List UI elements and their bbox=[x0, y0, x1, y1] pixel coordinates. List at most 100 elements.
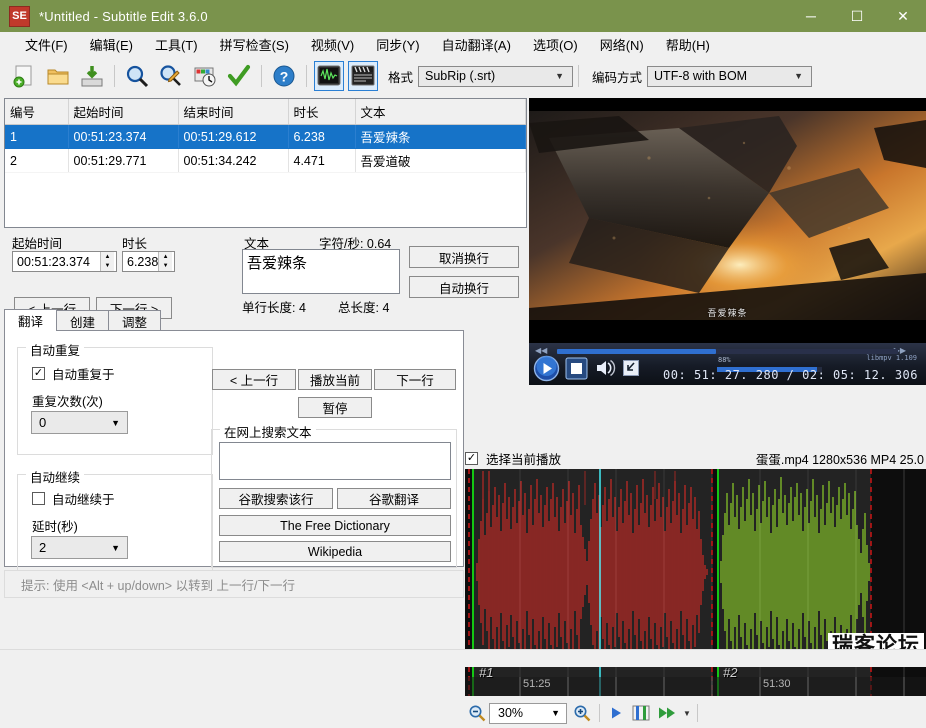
chevron-down-icon: ▼ bbox=[111, 417, 120, 428]
repeat-count-select[interactable]: 0 ▼ bbox=[31, 411, 128, 434]
tab-create[interactable]: 创建 bbox=[56, 310, 110, 331]
column-header-end[interactable]: 结束时间 bbox=[178, 99, 289, 125]
fullscreen-icon[interactable] bbox=[623, 360, 639, 376]
sync-icon[interactable] bbox=[190, 61, 220, 91]
find-icon[interactable] bbox=[122, 61, 152, 91]
rewind-icon[interactable]: ◀◀ bbox=[535, 346, 547, 355]
auto-repeat-checkbox-row[interactable]: ✓ 自动重复于 bbox=[32, 364, 115, 383]
zoom-in-icon[interactable] bbox=[570, 702, 594, 724]
column-header-text[interactable]: 文本 bbox=[355, 99, 526, 125]
window-controls: ─ ☐ ✕ bbox=[788, 0, 926, 32]
subtitle-text-input[interactable]: 吾爱辣条 bbox=[242, 249, 400, 294]
new-file-icon[interactable] bbox=[9, 61, 39, 91]
waveform-toolbar-separator-2 bbox=[696, 704, 698, 722]
table-row[interactable]: 1 00:51:23.374 00:51:29.612 6.238 吾爱辣条 bbox=[5, 124, 526, 149]
format-label: 格式 bbox=[388, 70, 414, 85]
menu-item-edit[interactable]: 编辑(E) bbox=[79, 32, 144, 57]
column-header-start[interactable]: 起始时间 bbox=[68, 99, 179, 125]
main-area: 编号 起始时间 结束时间 时长 文本 1 00:51:23.374 00:51:… bbox=[0, 95, 926, 724]
auto-repeat-checkbox[interactable]: ✓ bbox=[32, 367, 45, 380]
waveform-toggle-icon[interactable] bbox=[314, 61, 344, 91]
web-search-input[interactable] bbox=[219, 442, 451, 480]
hint-bar: 提示: 使用 <Alt + up/down> 以转到 上一行/下一行 bbox=[4, 570, 464, 598]
menu-item-spellcheck[interactable]: 拼写检查(S) bbox=[209, 32, 300, 57]
encoding-value: UTF-8 with BOM bbox=[654, 69, 748, 83]
check-icon[interactable] bbox=[224, 61, 254, 91]
play-icon[interactable] bbox=[533, 355, 560, 382]
column-header-duration[interactable]: 时长 bbox=[288, 99, 356, 125]
menu-item-sync[interactable]: 同步(Y) bbox=[365, 32, 430, 57]
subtitle-list[interactable]: 编号 起始时间 结束时间 时长 文本 1 00:51:23.374 00:51:… bbox=[4, 98, 527, 228]
web-search-group: 在网上搜索文本 谷歌搜索该行 谷歌翻译 The Free Dictionary … bbox=[211, 422, 457, 568]
auto-repeat-group-label: 自动重复 bbox=[26, 340, 85, 359]
start-time-stepper[interactable]: ▲ ▼ bbox=[100, 252, 114, 271]
auto-continue-checkbox-row[interactable]: 自动继续于 bbox=[32, 489, 115, 508]
cell-duration: 6.238 bbox=[288, 124, 356, 149]
cell-end: 00:51:29.612 bbox=[178, 124, 289, 149]
paragraph-label-2: #2 bbox=[723, 665, 738, 680]
waveform-time-tick-1: 51:25 bbox=[523, 678, 551, 690]
tab-translate[interactable]: 翻译 bbox=[4, 309, 58, 331]
google-search-line-button[interactable]: 谷歌搜索该行 bbox=[219, 488, 333, 509]
auto-repeat-group: 自动重复 ✓ 自动重复于 重复次数(次) 0 ▼ bbox=[17, 340, 213, 455]
volume-icon[interactable] bbox=[595, 359, 617, 377]
save-icon[interactable] bbox=[77, 61, 107, 91]
free-dictionary-button[interactable]: The Free Dictionary bbox=[219, 515, 451, 536]
cell-text: 吾爱道破 bbox=[355, 148, 526, 173]
menu-item-file[interactable]: 文件(F) bbox=[14, 32, 79, 57]
autobreak-button[interactable]: 自动换行 bbox=[409, 276, 519, 298]
title-bar: SE *Untitled - Subtitle Edit 3.6.0 ─ ☐ ✕ bbox=[0, 0, 926, 32]
duration-stepper[interactable]: ▲ ▼ bbox=[158, 252, 172, 271]
start-time-input[interactable]: 00:51:23.374 ▲ ▼ bbox=[12, 251, 117, 272]
play-current-button[interactable]: 播放当前 bbox=[298, 369, 372, 390]
play-icon[interactable] bbox=[605, 702, 627, 724]
delay-select[interactable]: 2 ▼ bbox=[31, 536, 128, 559]
fast-forward-icon[interactable] bbox=[655, 702, 681, 724]
google-translate-button[interactable]: 谷歌翻译 bbox=[337, 488, 451, 509]
zoom-out-icon[interactable] bbox=[465, 702, 489, 724]
video-toggle-icon[interactable] bbox=[348, 61, 378, 91]
help-icon[interactable]: ? bbox=[269, 61, 299, 91]
stop-icon[interactable] bbox=[565, 357, 588, 380]
chevron-down-icon[interactable]: ▼ bbox=[683, 709, 691, 718]
grid-icon[interactable] bbox=[630, 702, 652, 724]
toolbar-separator-3 bbox=[306, 65, 307, 87]
minimize-button[interactable]: ─ bbox=[788, 0, 834, 32]
menu-item-tools[interactable]: 工具(T) bbox=[144, 32, 209, 57]
auto-continue-checkbox[interactable] bbox=[32, 492, 45, 505]
tab-adjust[interactable]: 调整 bbox=[108, 310, 162, 331]
chevron-down-icon: ▼ bbox=[551, 708, 560, 718]
pause-button[interactable]: 暂停 bbox=[298, 397, 372, 418]
duration-input[interactable]: 6.238 ▲ ▼ bbox=[122, 251, 175, 272]
zoom-level-select[interactable]: 30% ▼ bbox=[489, 702, 567, 724]
maximize-button[interactable]: ☐ bbox=[834, 0, 880, 32]
select-current-checkbox[interactable]: ✓ bbox=[465, 451, 478, 465]
encoding-select[interactable]: UTF-8 with BOM ▼ bbox=[647, 65, 813, 87]
open-folder-icon[interactable] bbox=[43, 61, 73, 91]
menu-item-video[interactable]: 视频(V) bbox=[300, 32, 365, 57]
menu-bar: 文件(F) 编辑(E) 工具(T) 拼写检查(S) 视频(V) 同步(Y) 自动… bbox=[0, 32, 926, 57]
menu-item-network[interactable]: 网络(N) bbox=[589, 32, 655, 57]
menu-item-options[interactable]: 选项(O) bbox=[522, 32, 589, 57]
translate-previous-line-button[interactable]: < 上一行 bbox=[212, 369, 296, 390]
seek-bar-progress bbox=[557, 349, 716, 354]
close-button[interactable]: ✕ bbox=[880, 0, 926, 32]
subtitle-edit-panel: 起始时间 00:51:23.374 ▲ ▼ 时长 6.238 ▲ ▼ 文本 字符/秒… bbox=[4, 231, 525, 319]
menu-item-autotranslate[interactable]: 自动翻译(A) bbox=[431, 32, 522, 57]
format-value: SubRip (.srt) bbox=[425, 69, 496, 83]
waveform-toolbar: 30% ▼ ▼ bbox=[465, 698, 926, 728]
column-header-number[interactable]: 编号 bbox=[5, 99, 69, 125]
encoding-label: 编码方式 bbox=[592, 70, 643, 85]
start-time-value: 00:51:23.374 bbox=[17, 254, 90, 269]
web-search-group-label: 在网上搜索文本 bbox=[220, 422, 316, 441]
unbreak-button[interactable]: 取消换行 bbox=[409, 246, 519, 268]
translate-next-line-button[interactable]: 下一行 bbox=[374, 369, 456, 390]
cell-start: 00:51:29.771 bbox=[68, 148, 179, 173]
table-row[interactable]: 2 00:51:29.771 00:51:34.242 4.471 吾爱道破 bbox=[5, 148, 526, 173]
menu-item-help[interactable]: 帮助(H) bbox=[655, 32, 721, 57]
wikipedia-button[interactable]: Wikipedia bbox=[219, 541, 451, 562]
replace-icon[interactable] bbox=[156, 61, 186, 91]
duration-value: 6.238 bbox=[127, 254, 159, 269]
video-preview[interactable]: 吾爱辣条 bbox=[529, 98, 926, 343]
format-select[interactable]: SubRip (.srt) ▼ bbox=[418, 65, 574, 87]
